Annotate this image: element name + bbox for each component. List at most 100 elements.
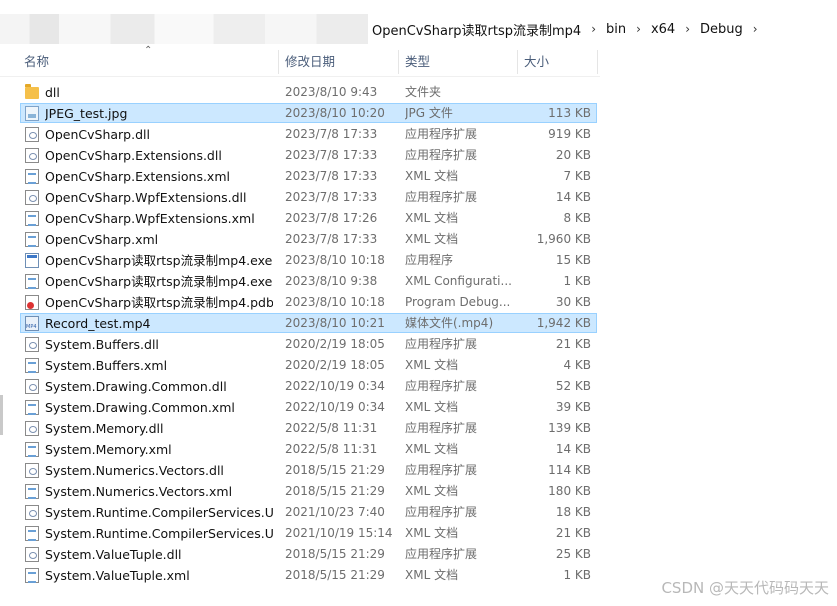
column-divider[interactable] bbox=[517, 50, 518, 74]
file-name: System.Memory.dll bbox=[45, 421, 164, 436]
xml-file-icon bbox=[25, 568, 39, 583]
file-row[interactable]: System.Runtime.CompilerServices.Un... 202… bbox=[0, 523, 600, 544]
file-row[interactable]: OpenCvSharp.WpfExtensions.dll 2023/7/8 17… bbox=[0, 187, 600, 208]
file-type: XML 文档 bbox=[405, 169, 459, 183]
file-name: System.Runtime.CompilerServices.Un... bbox=[45, 526, 273, 541]
file-date: 2022/10/19 0:34 bbox=[285, 379, 385, 393]
chevron-right-icon[interactable]: › bbox=[677, 22, 698, 36]
file-row[interactable]: System.Memory.dll 2022/5/8 11:31 应用程序扩展 139… bbox=[0, 418, 600, 439]
file-name: OpenCvSharp读取rtsp流录制mp4.pdb bbox=[45, 295, 273, 310]
file-name: OpenCvSharp.dll bbox=[45, 127, 150, 142]
dll-file-icon bbox=[25, 463, 39, 478]
column-header-row: ⌃ 名称 修改日期 类型 大小 bbox=[0, 45, 600, 77]
file-size: 113 KB bbox=[548, 106, 591, 120]
file-type: 应用程序扩展 bbox=[405, 547, 478, 561]
file-type: 文件夹 bbox=[405, 85, 442, 99]
file-row[interactable]: OpenCvSharp.Extensions.dll 2023/7/8 17:33… bbox=[0, 145, 600, 166]
file-row[interactable]: System.Drawing.Common.xml 2022/10/19 0:34… bbox=[0, 397, 600, 418]
column-header-name[interactable]: 名称 bbox=[24, 48, 49, 76]
file-row[interactable]: System.ValueTuple.xml 2018/5/15 21:29 XML … bbox=[0, 565, 600, 586]
file-row[interactable]: OpenCvSharp.Extensions.xml 2023/7/8 17:33… bbox=[0, 166, 600, 187]
dll-file-icon bbox=[25, 190, 39, 205]
file-row[interactable]: System.ValueTuple.dll 2018/5/15 21:29 应用程序… bbox=[0, 544, 600, 565]
file-size: 139 KB bbox=[548, 421, 591, 435]
breadcrumb-item-debug[interactable]: Debug bbox=[698, 22, 745, 37]
column-header-date[interactable]: 修改日期 bbox=[285, 48, 335, 76]
scrollbar-thumb[interactable] bbox=[0, 395, 3, 435]
file-name: System.Runtime.CompilerServices.Un... bbox=[45, 505, 273, 520]
column-divider[interactable] bbox=[597, 50, 598, 74]
file-type: XML 文档 bbox=[405, 232, 459, 246]
dll-file-icon bbox=[25, 127, 39, 142]
file-row[interactable]: System.Memory.xml 2022/5/8 11:31 XML 文档 14 … bbox=[0, 439, 600, 460]
file-row[interactable]: OpenCvSharp读取rtsp流录制mp4.exe 2023/8/10 10:… bbox=[0, 250, 600, 271]
file-date: 2022/10/19 0:34 bbox=[285, 400, 385, 414]
xml-file-icon bbox=[25, 169, 39, 184]
file-row[interactable]: OpenCvSharp.WpfExtensions.xml 2023/7/8 17… bbox=[0, 208, 600, 229]
file-size: 114 KB bbox=[548, 463, 591, 477]
file-size: 52 KB bbox=[555, 379, 591, 393]
chevron-right-icon[interactable]: › bbox=[745, 22, 766, 36]
file-row[interactable]: System.Runtime.CompilerServices.Un... 202… bbox=[0, 502, 600, 523]
column-header-size[interactable]: 大小 bbox=[524, 48, 549, 76]
file-size: 39 KB bbox=[555, 400, 591, 414]
file-size: 8 KB bbox=[563, 211, 591, 225]
watermark: CSDN @天天代码码天天 bbox=[661, 579, 829, 597]
file-name: JPEG_test.jpg bbox=[45, 106, 128, 121]
file-size: 30 KB bbox=[555, 295, 591, 309]
file-size: 1 KB bbox=[563, 274, 591, 288]
breadcrumb-item-bin[interactable]: bin bbox=[604, 22, 628, 37]
xml-file-icon bbox=[25, 484, 39, 499]
column-header-type[interactable]: 类型 bbox=[405, 48, 430, 76]
file-type: 应用程序扩展 bbox=[405, 127, 478, 141]
file-date: 2023/7/8 17:33 bbox=[285, 148, 378, 162]
breadcrumb-item-project[interactable]: OpenCvSharp读取rtsp流录制mp4 bbox=[370, 20, 583, 39]
chevron-right-icon[interactable]: › bbox=[583, 22, 604, 36]
file-name: OpenCvSharp读取rtsp流录制mp4.exe.... bbox=[45, 274, 273, 289]
address-bar[interactable]: OpenCvSharp读取rtsp流录制mp4 › bin › x64 › De… bbox=[0, 14, 837, 44]
file-size: 1 KB bbox=[563, 568, 591, 582]
file-size: 15 KB bbox=[555, 253, 591, 267]
file-size: 14 KB bbox=[555, 442, 591, 456]
file-name: System.Memory.xml bbox=[45, 442, 172, 457]
file-size: 20 KB bbox=[555, 148, 591, 162]
dll-file-icon bbox=[25, 505, 39, 520]
file-name: System.ValueTuple.dll bbox=[45, 547, 182, 562]
sort-ascending-icon: ⌃ bbox=[144, 45, 153, 56]
file-name: OpenCvSharp.WpfExtensions.dll bbox=[45, 190, 247, 205]
file-row[interactable]: OpenCvSharp.dll 2023/7/8 17:33 应用程序扩展 919 K… bbox=[0, 124, 600, 145]
file-type: Program Debug... bbox=[405, 295, 511, 309]
file-row[interactable]: System.Buffers.dll 2020/2/19 18:05 应用程序扩展 2… bbox=[0, 334, 600, 355]
dll-file-icon bbox=[25, 379, 39, 394]
file-row[interactable]: System.Drawing.Common.dll 2022/10/19 0:34… bbox=[0, 376, 600, 397]
breadcrumb-item-x64[interactable]: x64 bbox=[649, 22, 677, 37]
xml-file-icon bbox=[25, 526, 39, 541]
file-row[interactable]: OpenCvSharp读取rtsp流录制mp4.pdb 2023/8/10 10:… bbox=[0, 292, 600, 313]
xml-file-icon bbox=[25, 211, 39, 226]
file-row[interactable]: System.Numerics.Vectors.dll 2018/5/15 21:… bbox=[0, 460, 600, 481]
folder-icon bbox=[25, 84, 39, 99]
file-name: System.Numerics.Vectors.dll bbox=[45, 463, 224, 478]
column-divider[interactable] bbox=[278, 50, 279, 74]
file-row[interactable]: Record_test.mp4 2023/8/10 10:21 媒体文件(.mp4)… bbox=[0, 313, 600, 334]
column-divider[interactable] bbox=[398, 50, 399, 74]
file-name: OpenCvSharp.xml bbox=[45, 232, 159, 247]
file-type: 应用程序扩展 bbox=[405, 421, 478, 435]
file-row[interactable]: dll 2023/8/10 9:43 文件夹 bbox=[0, 82, 600, 103]
file-type: 应用程序 bbox=[405, 253, 454, 267]
file-date: 2018/5/15 21:29 bbox=[285, 463, 385, 477]
file-type: JPG 文件 bbox=[405, 106, 453, 120]
chevron-right-icon[interactable]: › bbox=[628, 22, 649, 36]
file-name: System.Buffers.dll bbox=[45, 337, 159, 352]
file-row[interactable]: OpenCvSharp读取rtsp流录制mp4.exe.... 2023/8/10… bbox=[0, 271, 600, 292]
file-size: 180 KB bbox=[548, 484, 591, 498]
file-row[interactable]: System.Numerics.Vectors.xml 2018/5/15 21:… bbox=[0, 481, 600, 502]
file-row[interactable]: JPEG_test.jpg 2023/8/10 10:20 JPG 文件 113 KB bbox=[0, 103, 600, 124]
file-name: OpenCvSharp.Extensions.xml bbox=[45, 169, 230, 184]
file-date: 2018/5/15 21:29 bbox=[285, 547, 385, 561]
file-row[interactable]: System.Buffers.xml 2020/2/19 18:05 XML 文档 4… bbox=[0, 355, 600, 376]
file-type: 应用程序扩展 bbox=[405, 505, 478, 519]
file-row[interactable]: OpenCvSharp.xml 2023/7/8 17:33 XML 文档 1,960… bbox=[0, 229, 600, 250]
file-name: Record_test.mp4 bbox=[45, 316, 151, 331]
file-date: 2023/7/8 17:33 bbox=[285, 169, 378, 183]
